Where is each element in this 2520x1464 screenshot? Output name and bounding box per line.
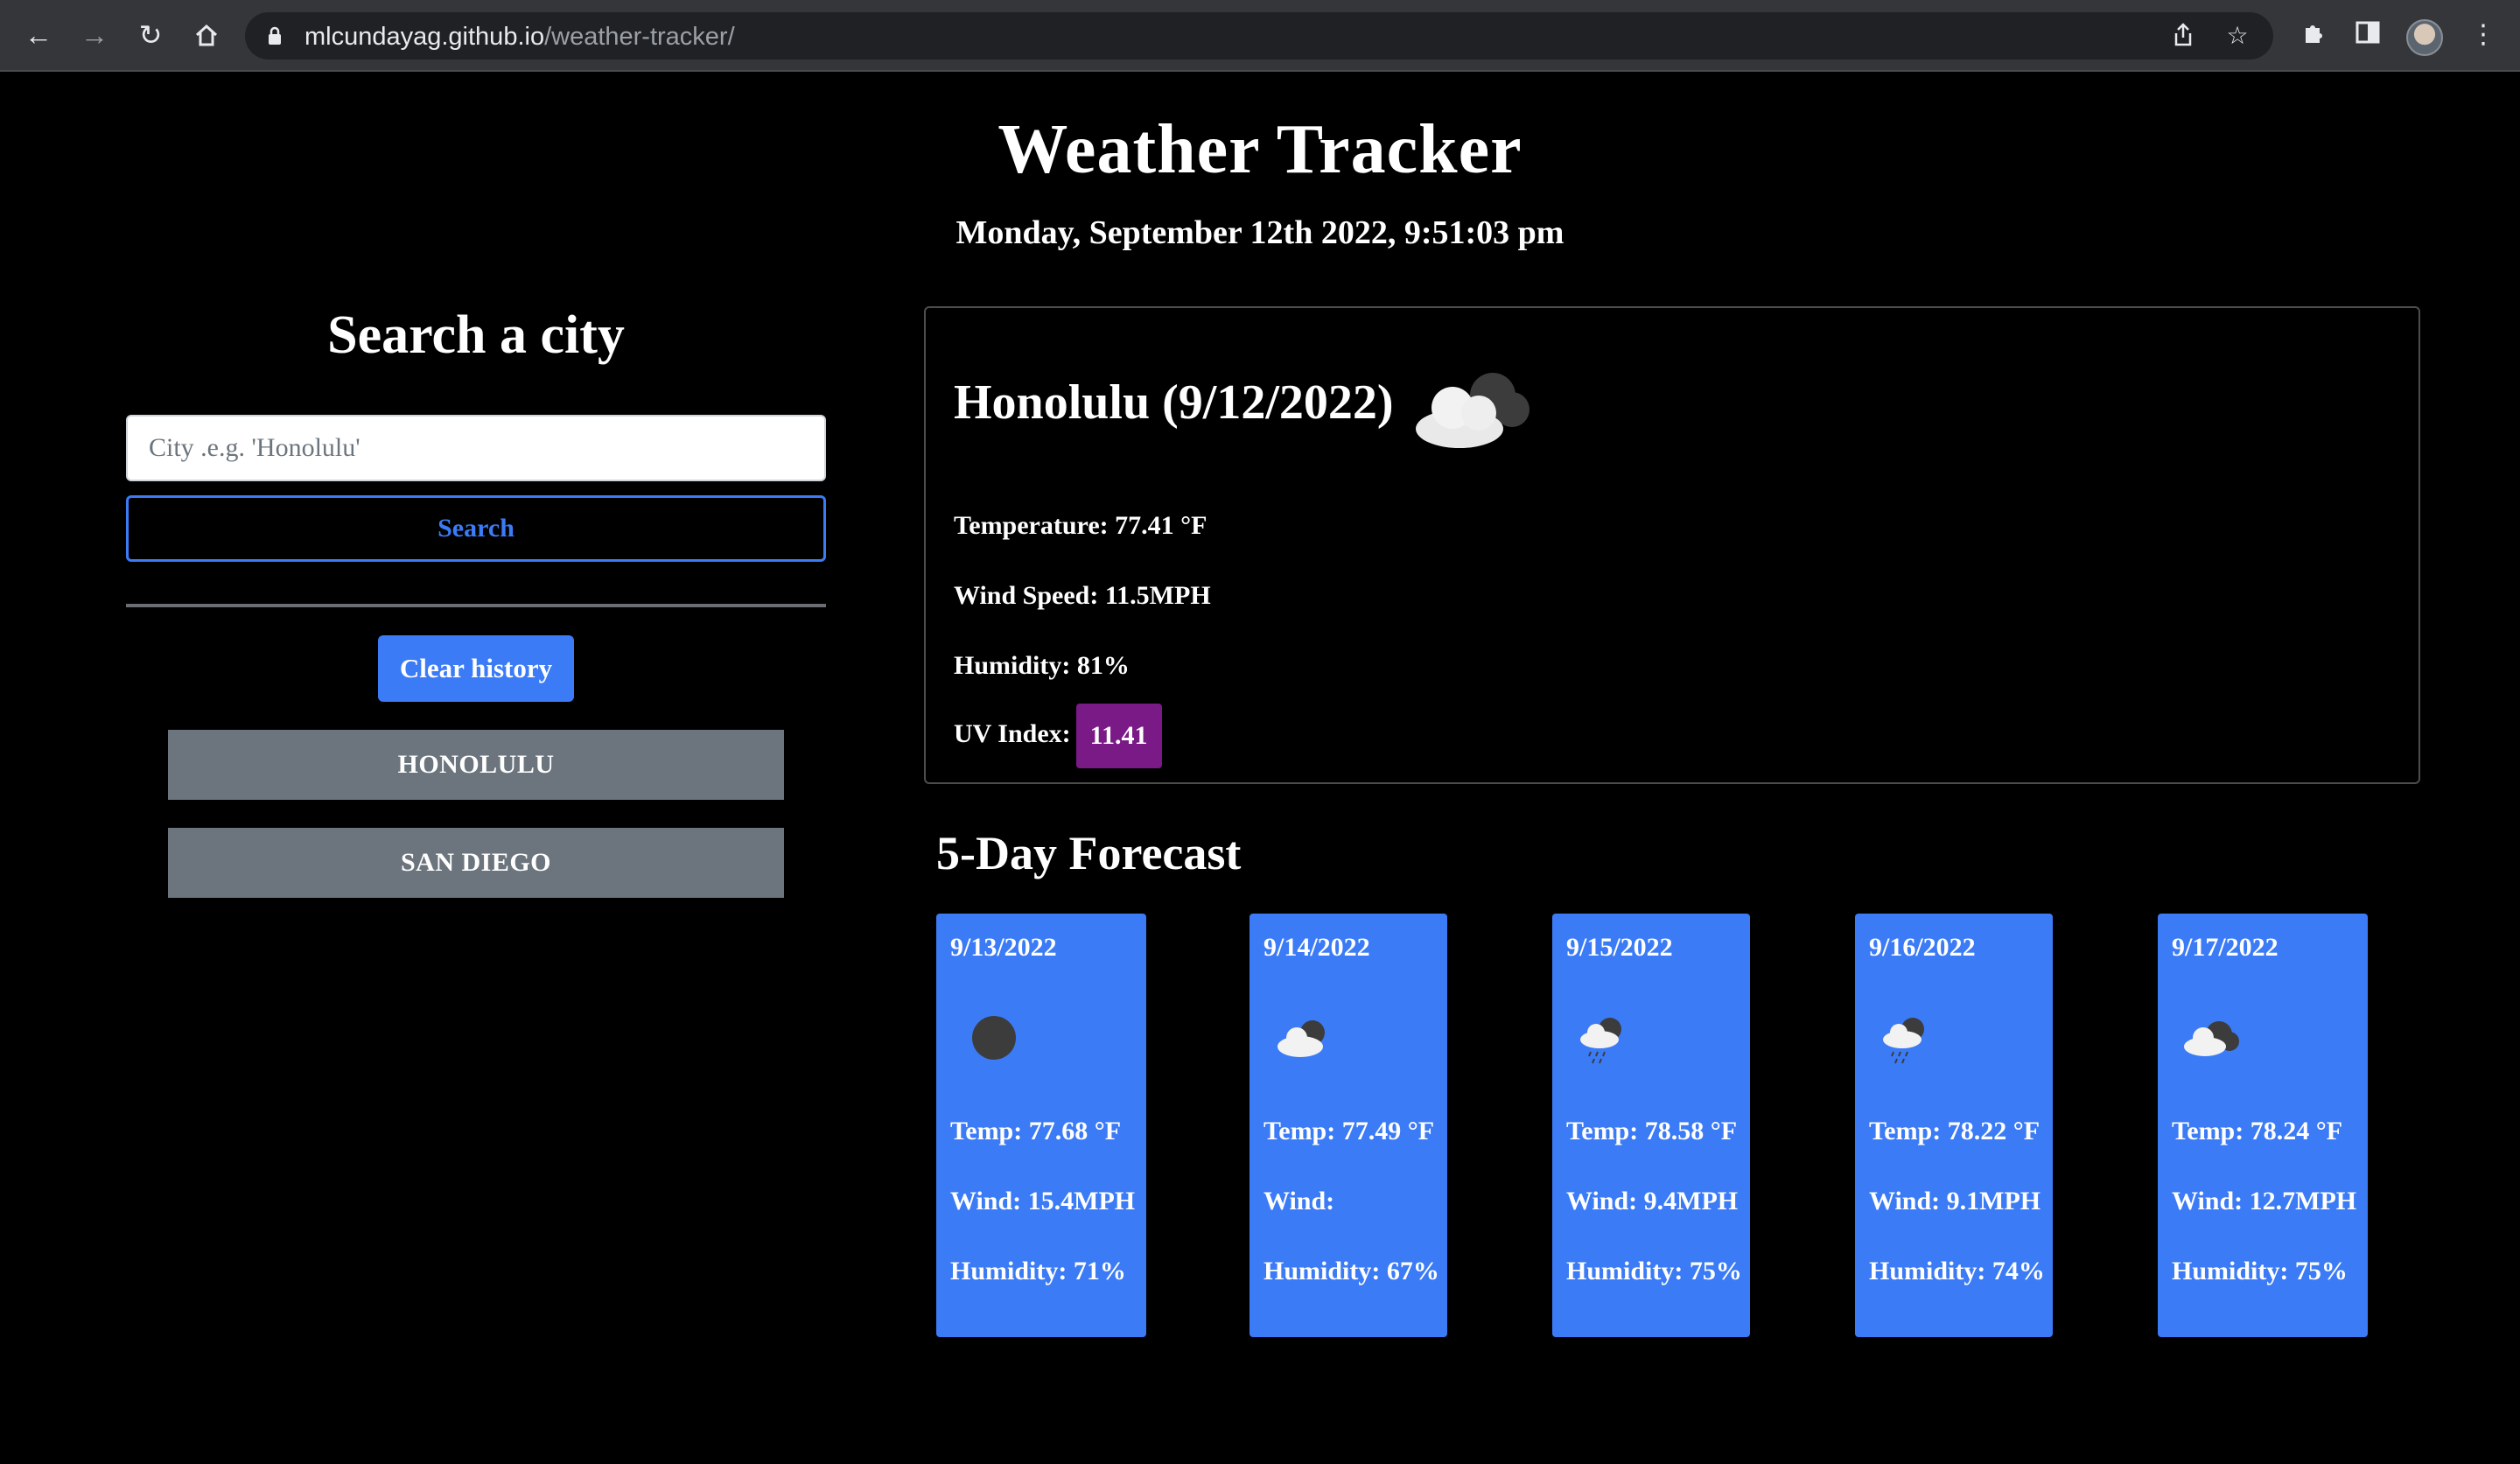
forward-icon[interactable]: → [77,18,112,53]
rain-icon [1580,1018,1621,1064]
url-host: mlcundayag.github.io [304,23,545,51]
forecast-humidity: Humidity: 75% [1566,1257,1742,1285]
address-bar[interactable]: mlcundayag.github.io/weather-tracker/ ☆ [245,12,2273,60]
forecast-wind: Wind: 9.1MPH [1869,1187,2041,1215]
menu-kebab-icon[interactable]: ⋮ [2468,19,2499,51]
forecast-heading: 5-Day Forecast [936,827,1242,879]
forecast-date: 9/16/2022 [1869,933,1976,962]
uv-index-row: UV Index: 11.41 [954,702,1162,769]
partly-cloudy-icon [1278,1020,1325,1057]
forecast-card: 9/16/2022 Temp: 78.22 °F Wind: 9.1MPH Hu… [1855,914,2053,1337]
uv-index-badge: 11.41 [1075,704,1162,769]
rain-icon [1883,1018,1924,1064]
history-item-san-diego[interactable]: SAN DIEGO [168,828,784,898]
forecast-wind: Wind: 12.7MPH [2172,1187,2357,1215]
current-datetime: Monday, September 12th 2022, 9:51:03 pm [956,214,1564,251]
url-text[interactable]: mlcundayag.github.io/weather-tracker/ [304,23,735,52]
url-path: /weather-tracker/ [544,23,735,51]
page-title: Weather Tracker [998,111,1522,188]
search-heading: Search a city [327,305,625,365]
current-wind: Wind Speed: 11.5MPH [954,581,1211,610]
forecast-wind: Wind: 15.4MPH [950,1187,1136,1215]
back-icon[interactable]: ← [21,18,56,53]
current-city-date: Honolulu (9/12/2022) [954,375,1394,430]
forecast-temp: Temp: 78.24 °F [2172,1117,2343,1145]
forecast-wind: Wind: [1264,1187,1335,1215]
profile-avatar[interactable] [2406,19,2443,56]
uv-index-label: UV Index: [954,719,1071,748]
forecast-date: 9/13/2022 [950,933,1057,962]
history-item-honolulu[interactable]: HONOLULU [168,730,784,800]
forecast-temp: Temp: 77.68 °F [950,1117,1122,1145]
forecast-card: 9/14/2022 Temp: 77.49 °F Wind: Humidity:… [1250,914,1447,1337]
forecast-card: 9/15/2022 Temp: 78.58 °F Wind: 9.4MPH Hu… [1552,914,1750,1337]
forecast-humidity: Humidity: 67% [1264,1257,1439,1285]
forecast-humidity: Humidity: 71% [950,1257,1126,1285]
current-temperature: Temperature: 77.41 °F [954,511,1208,540]
broken-clouds-icon [2184,1021,2239,1056]
clear-history-button[interactable]: Clear history [378,635,574,702]
overcast-icon [972,1016,1016,1060]
cloud-icon [1416,373,1530,448]
city-search-input[interactable] [126,415,826,481]
extensions-icon[interactable] [2298,19,2329,51]
forecast-date: 9/17/2022 [2172,933,2278,962]
forecast-card: 9/13/2022 Temp: 77.68 °F Wind: 15.4MPH H… [936,914,1146,1337]
home-icon[interactable] [189,18,224,53]
forecast-humidity: Humidity: 75% [2172,1257,2348,1285]
share-icon[interactable] [2170,23,2196,49]
browser-toolbar: ← → ↻ mlcundayag.github.io/weather-track… [0,0,2520,72]
divider [126,604,826,607]
forecast-date: 9/15/2022 [1566,933,1673,962]
forecast-temp: Temp: 77.49 °F [1264,1117,1435,1145]
lock-icon [269,26,281,45]
current-humidity: Humidity: 81% [954,651,1130,680]
forecast-wind: Wind: 9.4MPH [1566,1187,1739,1215]
forecast-humidity: Humidity: 74% [1869,1257,2045,1285]
bookmark-star-icon[interactable]: ☆ [2224,23,2250,49]
forecast-temp: Temp: 78.58 °F [1566,1117,1738,1145]
side-panel-icon[interactable] [2352,19,2384,51]
forecast-card: 9/17/2022 Temp: 78.24 °F Wind: 12.7MPH H… [2158,914,2368,1337]
reload-icon[interactable]: ↻ [133,18,168,53]
current-weather-card: Honolulu (9/12/2022) Temperature: 77.41 … [924,306,2420,784]
forecast-temp: Temp: 78.22 °F [1869,1117,2040,1145]
forecast-date: 9/14/2022 [1264,933,1370,962]
search-button[interactable]: Search [126,495,826,562]
